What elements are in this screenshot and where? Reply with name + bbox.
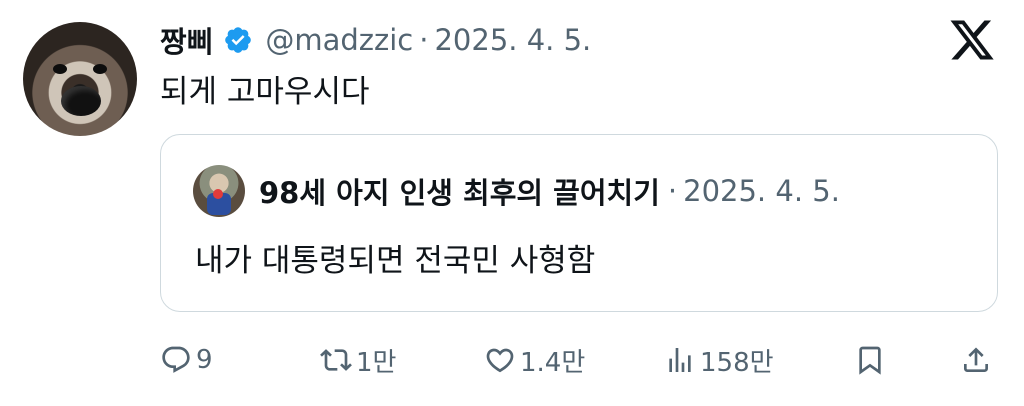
quoted-separator: · <box>667 174 678 208</box>
verified-badge-icon <box>225 27 252 53</box>
views-icon <box>669 348 691 372</box>
avatar-eye-right <box>93 64 107 74</box>
retweet-count: 1만 <box>356 347 397 378</box>
author-handle[interactable]: @madzzic <box>265 23 413 57</box>
reply-icon <box>162 346 190 373</box>
like-icon <box>486 348 514 373</box>
quoted-tweet[interactable]: 98세 아지 인생 최후의 끌어치기 · 2025. 4. 5. 내가 대통령되… <box>160 134 998 312</box>
share-icon <box>964 347 988 372</box>
avatar-eye-left <box>53 64 67 74</box>
views-count: 158만 <box>700 347 774 378</box>
retweet-button[interactable]: 1만 <box>320 338 396 382</box>
reply-count: 9 <box>196 345 213 375</box>
share-button[interactable] <box>960 338 992 382</box>
bookmark-button[interactable] <box>854 338 886 382</box>
author-name[interactable]: 짱삐 <box>160 19 213 61</box>
header-separator: · <box>419 23 429 57</box>
action-bar: 9 1만 1.4만 158만 <box>0 338 1024 382</box>
quoted-header: 98세 아지 인생 최후의 끌어치기 · 2025. 4. 5. <box>259 169 840 213</box>
tweet-text: 되게 고마우시다 <box>160 74 370 110</box>
tweet-header: 짱삐 @madzzic · 2025. 4. 5. <box>160 18 591 62</box>
quoted-author-name: 98세 아지 인생 최후의 끌어치기 <box>259 176 660 210</box>
quoted-text: 내가 대통령되면 전국민 사형함 <box>195 243 596 279</box>
quoted-author-avatar <box>193 165 245 217</box>
like-count: 1.4만 <box>520 347 586 378</box>
reply-button[interactable]: 9 <box>160 338 213 382</box>
tweet-date[interactable]: 2025. 4. 5. <box>434 23 591 57</box>
x-logo-icon[interactable] <box>948 16 996 64</box>
author-avatar[interactable] <box>23 22 137 136</box>
retweet-icon <box>320 349 352 371</box>
like-button[interactable]: 1.4만 <box>484 338 585 382</box>
avatar-nose <box>61 86 101 116</box>
quoted-date: 2025. 4. 5. <box>683 174 840 208</box>
views-button[interactable]: 158만 <box>664 338 774 382</box>
avatar-ball <box>213 189 223 199</box>
bookmark-icon <box>859 346 881 375</box>
